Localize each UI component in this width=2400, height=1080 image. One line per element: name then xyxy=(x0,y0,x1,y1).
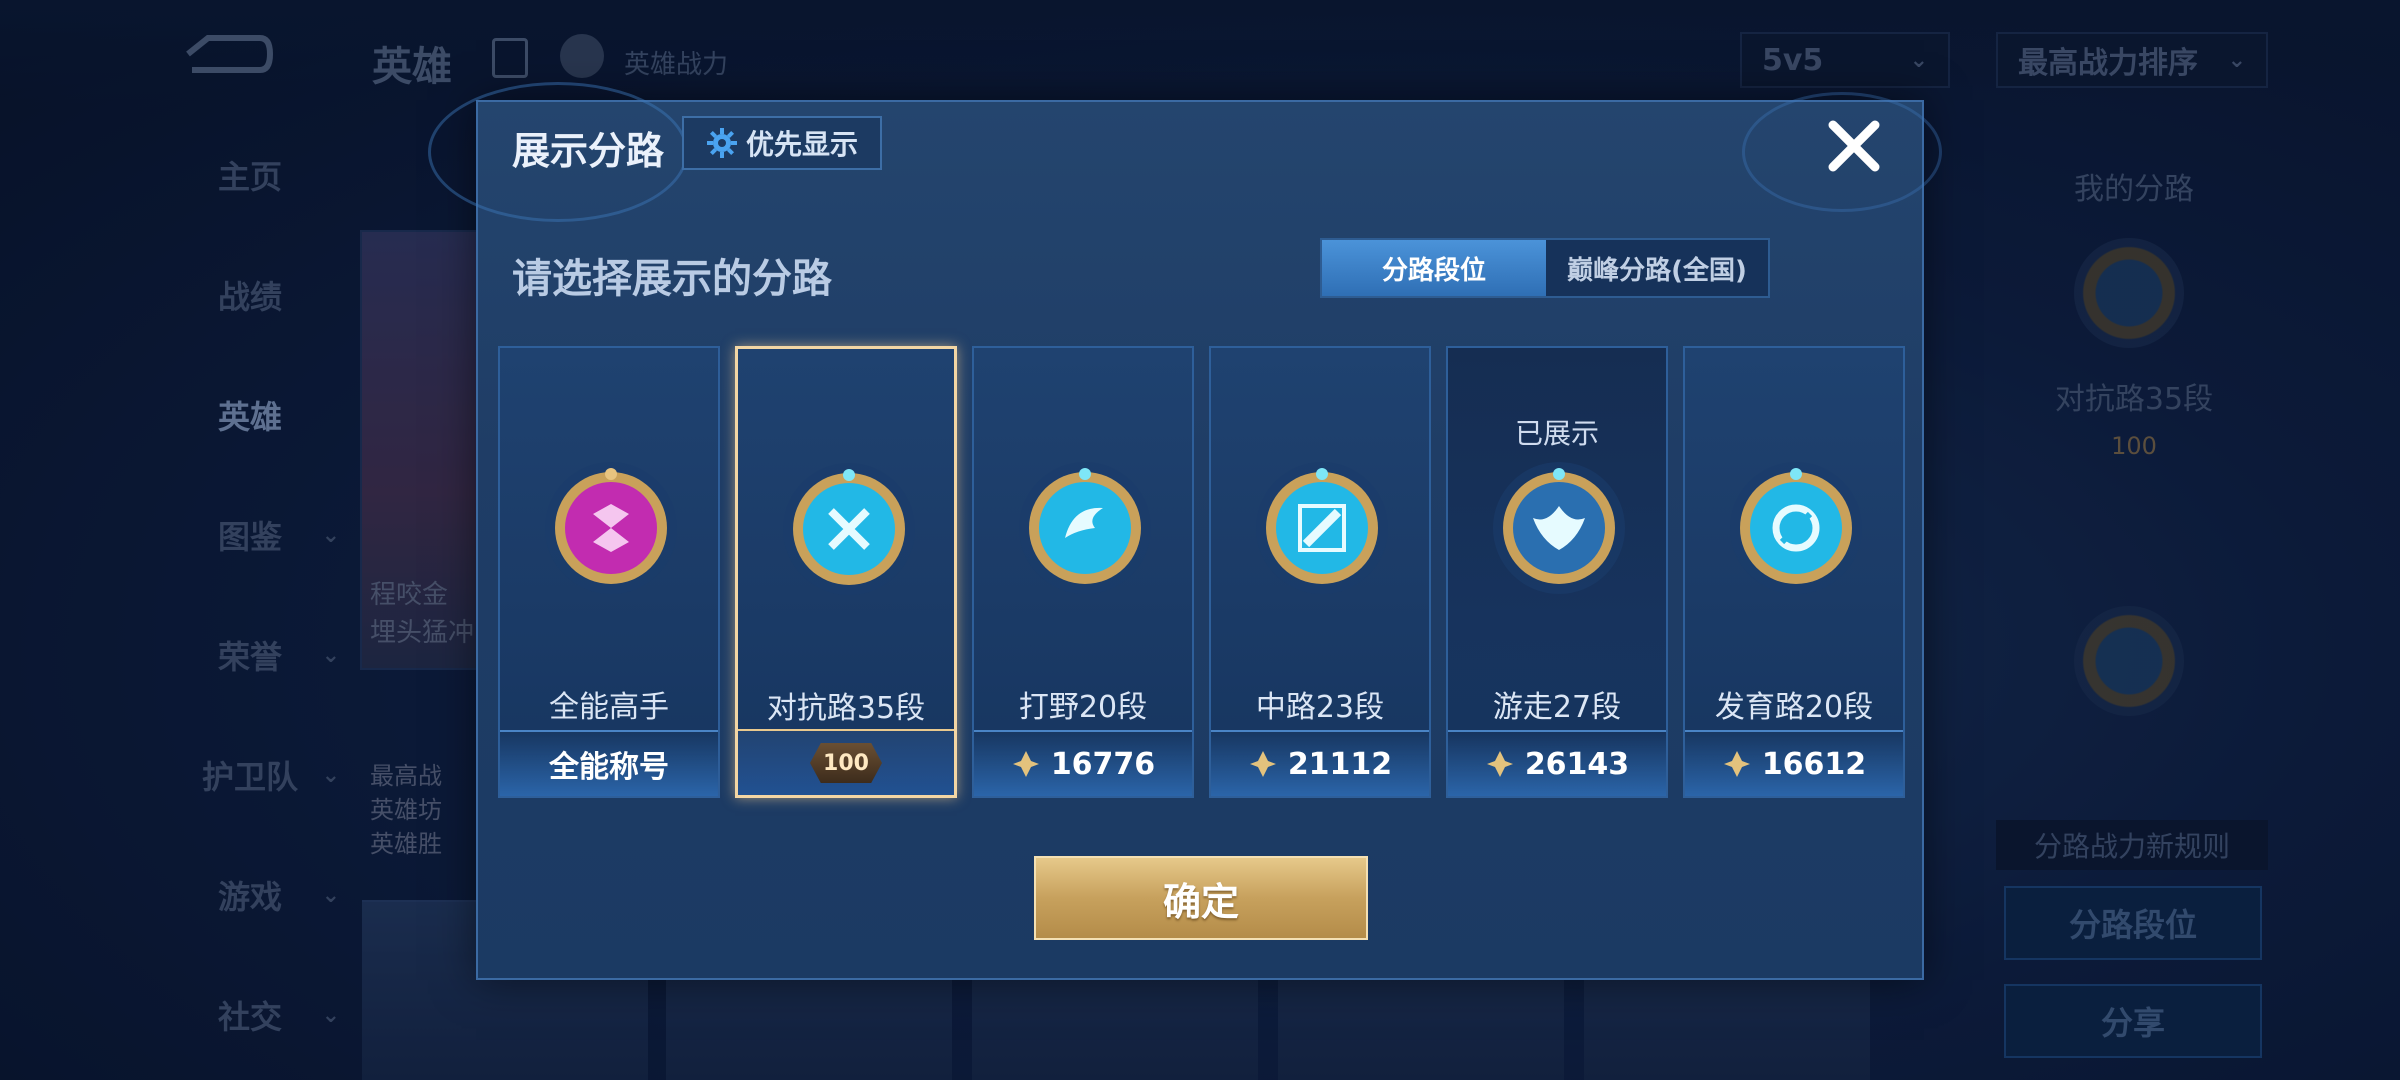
card-lane-name: 打野20段 xyxy=(1018,690,1148,725)
dialog-title: 展示分路 xyxy=(512,129,665,173)
roam-medal-icon xyxy=(1493,462,1625,594)
all-round-medal-icon xyxy=(545,462,677,594)
card-value-bar: 100 xyxy=(738,729,954,795)
card-lane-name: 全能高手 xyxy=(549,690,669,725)
confirm-button[interactable]: 确定 xyxy=(1034,856,1368,940)
lane-card-clash[interactable]: 对抗路35段 100 xyxy=(735,346,957,798)
card-value-bar: 16776 xyxy=(974,730,1192,796)
card-value-bar: 全能称号 xyxy=(500,730,718,796)
card-lane-name: 对抗路35段 xyxy=(766,691,926,726)
card-value: 16776 xyxy=(1050,746,1156,782)
lane-tabs: 分路段位 巅峰分路(全国) xyxy=(1320,238,1770,298)
card-value: 21112 xyxy=(1287,746,1393,782)
card-value: 全能称号 xyxy=(549,750,669,785)
jungle-medal-icon xyxy=(1019,462,1151,594)
card-value-bar: 16612 xyxy=(1685,730,1903,796)
tab-lane-rank[interactable]: 分路段位 xyxy=(1322,240,1546,296)
power-score-icon xyxy=(1723,751,1750,777)
power-score-icon xyxy=(1249,751,1276,777)
lane-card-list: 全能高手 全能称号 对抗路35段 100 打野20段 16776 中路23段 2… xyxy=(498,346,1906,798)
gear-icon xyxy=(706,128,737,158)
lane-display-dialog: 展示分路 优先显示 请选择展示的分路 分路段位 巅峰分路(全国) 全能高手 全能… xyxy=(428,82,1942,980)
level-badge: 100 xyxy=(810,743,882,783)
mid-lane-medal-icon xyxy=(1256,462,1388,594)
card-lane-name: 发育路20段 xyxy=(1714,690,1874,725)
card-value: 26143 xyxy=(1524,746,1630,782)
card-lane-name: 中路23段 xyxy=(1255,690,1385,725)
card-value-bar: 21112 xyxy=(1211,730,1429,796)
farm-lane-medal-icon xyxy=(1730,462,1862,594)
card-value-bar: 26143 xyxy=(1448,730,1666,796)
lane-card-all-round[interactable]: 全能高手 全能称号 xyxy=(498,346,720,798)
card-value: 16612 xyxy=(1761,746,1867,782)
power-score-icon xyxy=(1486,751,1513,777)
card-lane-name: 游走27段 xyxy=(1492,690,1622,725)
lane-card-farm[interactable]: 发育路20段 16612 xyxy=(1683,346,1905,798)
lane-card-mid[interactable]: 中路23段 21112 xyxy=(1209,346,1431,798)
priority-display-label: 优先显示 xyxy=(745,128,858,161)
selection-prompt: 请选择展示的分路 xyxy=(512,256,832,302)
power-score-icon xyxy=(1012,751,1039,777)
clash-lane-medal-icon xyxy=(783,463,915,595)
lane-card-jungle[interactable]: 打野20段 16776 xyxy=(972,346,1194,798)
close-button[interactable] xyxy=(1822,114,1886,178)
tab-peak-lane[interactable]: 巅峰分路(全国) xyxy=(1546,240,1768,296)
card-status: 已展示 xyxy=(1514,417,1599,450)
close-icon xyxy=(1828,120,1880,172)
lane-card-roam[interactable]: 已展示 游走27段 26143 xyxy=(1446,346,1668,798)
priority-display-button[interactable]: 优先显示 xyxy=(682,116,882,170)
